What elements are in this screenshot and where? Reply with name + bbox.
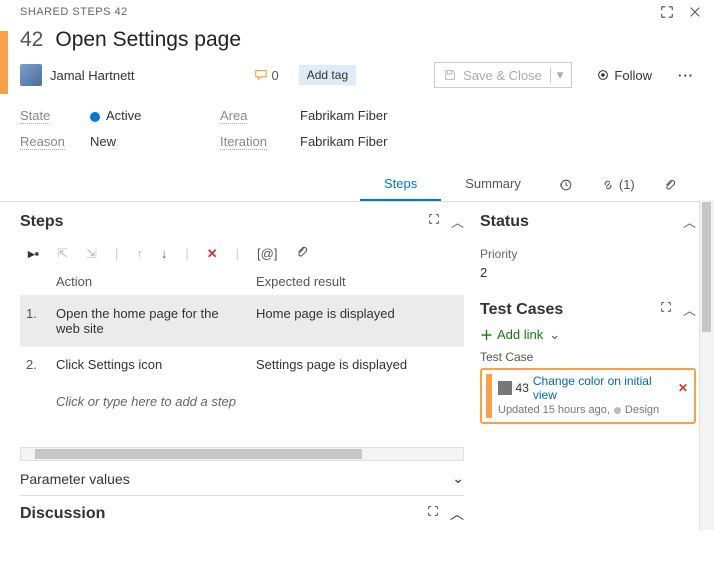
iteration-label: Iteration	[220, 134, 267, 150]
state-dot-icon	[614, 407, 621, 414]
collapse-icon[interactable]: ︿	[683, 300, 696, 319]
iteration-field[interactable]: Fabrikam Fiber	[300, 134, 500, 150]
col-action: Action	[56, 274, 256, 289]
collapse-icon[interactable]: ︿	[683, 212, 696, 231]
create-shared-icon[interactable]: ⇲	[86, 246, 97, 262]
col-expected: Expected result	[256, 274, 346, 289]
linked-title-link[interactable]: Change color on initial view	[533, 374, 674, 402]
linked-test-case-card[interactable]: 43 Change color on initial view ✕ Update…	[480, 368, 696, 424]
add-link-button[interactable]: ＋ Add link ⌄	[480, 325, 696, 344]
follow-button[interactable]: Follow	[596, 68, 652, 83]
expand-icon[interactable]	[659, 300, 673, 319]
fullscreen-icon[interactable]	[660, 5, 674, 19]
delete-step-icon[interactable]: ✕	[207, 246, 218, 262]
collapse-icon[interactable]: ︿	[450, 504, 464, 524]
vertical-scrollbar[interactable]	[699, 200, 714, 530]
horizontal-scrollbar[interactable]	[20, 447, 464, 461]
assignee-field[interactable]: Jamal Hartnett	[50, 68, 135, 83]
add-step-placeholder[interactable]: Click or type here to add a step	[20, 382, 464, 421]
parameter-values-heading[interactable]: Parameter values	[20, 471, 130, 487]
chevron-down-icon[interactable]: ⌄	[452, 470, 464, 487]
linked-state: Design	[625, 404, 659, 416]
priority-label: Priority	[480, 247, 696, 261]
insert-step-icon[interactable]: ▸▪	[28, 246, 39, 262]
breadcrumb: SHARED STEPS 42	[20, 6, 128, 18]
linked-id: 43	[516, 381, 529, 395]
expand-icon[interactable]	[427, 212, 441, 231]
priority-field[interactable]: 2	[480, 265, 696, 280]
workitem-id: 42	[20, 28, 43, 52]
area-label: Area	[220, 108, 247, 124]
chevron-down-icon[interactable]: ⌄	[549, 327, 560, 343]
move-down-icon[interactable]: ↓	[161, 246, 168, 261]
plus-icon: ＋	[480, 325, 493, 344]
linked-updated: Updated 15 hours ago,	[498, 404, 610, 416]
comment-count: 0	[272, 68, 279, 83]
save-close-button[interactable]: Save & Close ▾	[434, 62, 572, 88]
close-icon[interactable]	[688, 5, 702, 19]
step-row[interactable]: 1. Open the home page for the web site H…	[20, 295, 464, 346]
tab-summary[interactable]: Summary	[441, 168, 545, 201]
insert-shared-icon[interactable]: ⇱	[57, 246, 68, 262]
expand-icon[interactable]	[426, 504, 440, 524]
test-cases-heading: Test Cases	[480, 301, 563, 319]
discussion-heading: Discussion	[20, 505, 105, 523]
status-heading: Status	[480, 213, 529, 231]
tab-steps[interactable]: Steps	[360, 168, 441, 201]
chevron-down-icon[interactable]: ▾	[550, 67, 564, 83]
state-label: State	[20, 108, 50, 124]
remove-link-icon[interactable]: ✕	[678, 381, 688, 395]
reason-field[interactable]: New	[90, 134, 220, 150]
reason-label: Reason	[20, 134, 65, 150]
param-icon[interactable]: [@]	[257, 246, 277, 261]
more-actions-icon[interactable]: ···	[674, 68, 698, 83]
tab-links[interactable]: (1)	[587, 168, 649, 201]
avatar	[20, 64, 42, 86]
area-field[interactable]: Fabrikam Fiber	[300, 108, 500, 124]
avatar	[498, 381, 512, 395]
collapse-icon[interactable]: ︿	[451, 212, 464, 231]
tab-attachments[interactable]	[649, 168, 691, 201]
state-field[interactable]: Active	[90, 108, 220, 124]
move-up-icon[interactable]: ↑	[136, 246, 143, 261]
step-row[interactable]: 2. Click Settings icon Settings page is …	[20, 346, 464, 382]
add-tag-button[interactable]: Add tag	[299, 65, 356, 85]
test-case-label: Test Case	[480, 350, 696, 364]
attach-icon[interactable]	[295, 245, 309, 262]
comment-icon[interactable]: 0	[254, 68, 279, 83]
workitem-title[interactable]: Open Settings page	[55, 28, 241, 52]
steps-heading: Steps	[20, 213, 64, 231]
tab-history[interactable]	[545, 168, 587, 201]
